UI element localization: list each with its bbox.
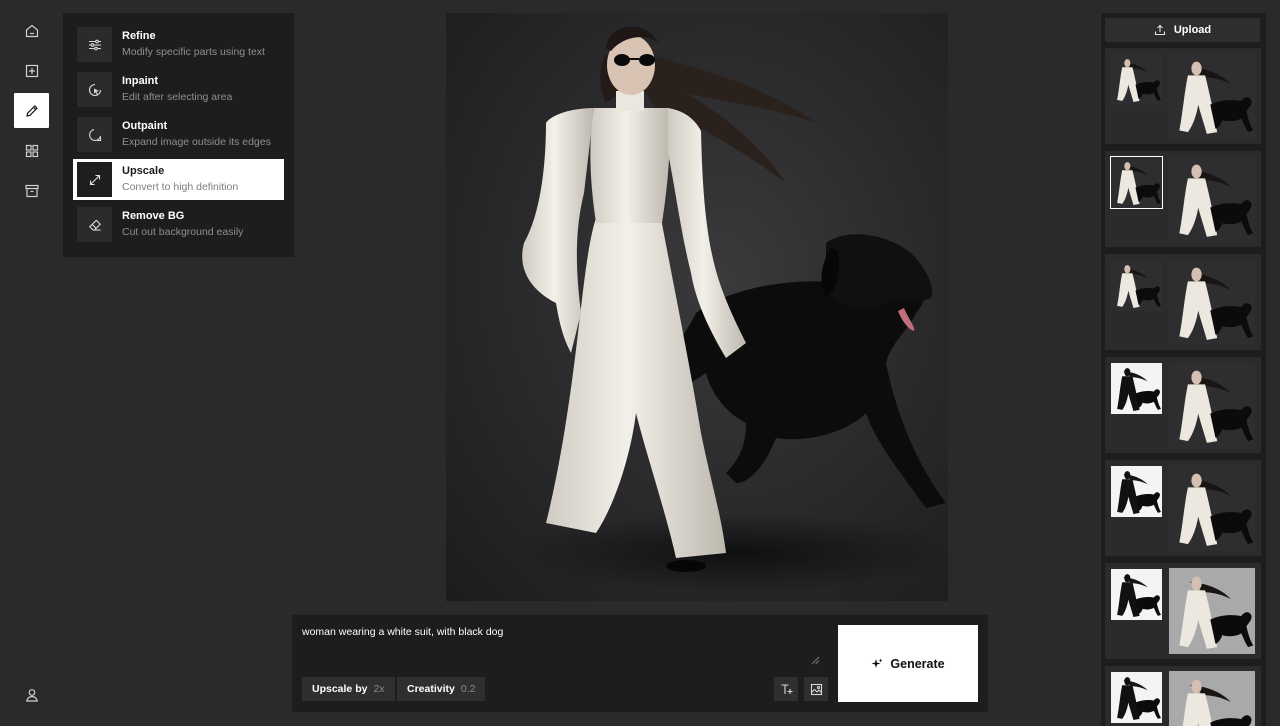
tool-description: Modify specific parts using text xyxy=(122,46,265,59)
tool-title: Upscale xyxy=(122,165,165,178)
generate-button[interactable]: Generate xyxy=(838,625,978,702)
tool-text: Refine Modify specific parts using text xyxy=(122,31,265,58)
history-item[interactable] xyxy=(1105,151,1261,247)
tool-description: Convert to high definition xyxy=(122,181,239,194)
upscale-by-value: 2x xyxy=(373,683,385,695)
history-item[interactable] xyxy=(1105,666,1261,726)
history-thumbnail-source[interactable] xyxy=(1111,569,1162,620)
eraser-icon xyxy=(88,219,101,231)
pencil-icon xyxy=(25,104,38,117)
tool-remove-bg[interactable]: Remove BG Cut out background easily xyxy=(73,204,284,245)
upload-label: Upload xyxy=(1173,24,1212,36)
archive-icon xyxy=(24,184,39,197)
history-thumbnail-result[interactable] xyxy=(1169,156,1255,242)
upload-button[interactable]: Upload xyxy=(1105,18,1260,42)
gallery-button[interactable] xyxy=(14,133,49,168)
tool-description: Expand image outside its edges xyxy=(122,136,271,149)
account-button[interactable] xyxy=(14,677,49,712)
creativity-option[interactable]: Creativity 0.2 xyxy=(397,677,486,701)
history-item[interactable] xyxy=(1105,48,1261,144)
tool-upscale[interactable]: Upscale Convert to high definition xyxy=(73,159,284,200)
prompt-input[interactable]: woman wearing a white suit, with black d… xyxy=(302,626,503,638)
history-item[interactable] xyxy=(1105,460,1261,556)
history-thumbnail-result[interactable] xyxy=(1169,259,1255,345)
history-thumbnail-source[interactable] xyxy=(1111,54,1162,105)
history-thumbnail-source[interactable] xyxy=(1111,672,1162,723)
tool-title: Remove BG xyxy=(122,210,185,223)
archive-button[interactable] xyxy=(14,173,49,208)
home-button[interactable] xyxy=(14,13,49,48)
new-button[interactable] xyxy=(14,53,49,88)
upscale-by-option[interactable]: Upscale by 2x xyxy=(302,677,395,701)
creativity-value: 0.2 xyxy=(460,683,476,695)
tool-description: Cut out background easily xyxy=(122,226,244,239)
tool-description: Edit after selecting area xyxy=(122,91,233,104)
user-icon xyxy=(25,688,38,702)
history-thumbnail-result[interactable] xyxy=(1169,465,1255,551)
history-thumbnail-source[interactable] xyxy=(1111,260,1162,311)
history-thumbnail-result[interactable] xyxy=(1169,568,1255,654)
upscale-by-label: Upscale by xyxy=(312,683,368,695)
history-thumbnail-result[interactable] xyxy=(1169,53,1255,139)
grid-icon xyxy=(25,144,38,157)
tool-icon-box xyxy=(77,72,112,107)
tool-title: Inpaint xyxy=(122,75,159,88)
creativity-label: Creativity xyxy=(407,683,455,695)
expand-arrows-icon xyxy=(89,174,100,185)
history-thumbnail-source[interactable] xyxy=(1110,156,1163,209)
history-item[interactable] xyxy=(1105,254,1261,350)
left-rail xyxy=(0,0,62,726)
home-icon xyxy=(25,24,38,37)
history-thumbnail-result[interactable] xyxy=(1169,362,1255,448)
tools-menu: Refine Modify specific parts using text … xyxy=(63,13,294,257)
tool-text: Upscale Convert to high definition xyxy=(122,166,238,193)
tool-inpaint[interactable]: Inpaint Edit after selecting area xyxy=(73,69,284,110)
inpaint-icon xyxy=(88,83,101,96)
generated-image xyxy=(516,26,948,593)
tool-icon-box xyxy=(77,207,112,242)
history-thumbnail-result[interactable] xyxy=(1169,671,1255,726)
text-tool-button[interactable] xyxy=(774,677,798,701)
history-thumbnail-source[interactable] xyxy=(1111,466,1162,517)
tool-outpaint[interactable]: Outpaint Expand image outside its edges xyxy=(73,114,284,155)
tool-icon-box xyxy=(77,117,112,152)
outpaint-icon xyxy=(88,128,101,141)
sparkle-icon xyxy=(871,658,883,668)
tool-title: Refine xyxy=(122,30,156,43)
tool-text: Outpaint Expand image outside its edges xyxy=(122,121,271,148)
history-item[interactable] xyxy=(1105,563,1261,659)
image-upload-button[interactable] xyxy=(804,677,828,701)
history-sidebar: Upload xyxy=(1101,13,1266,726)
upload-icon xyxy=(1154,24,1165,36)
tool-title: Outpaint xyxy=(122,120,168,133)
edit-button[interactable] xyxy=(14,93,49,128)
tool-text: Inpaint Edit after selecting area xyxy=(122,76,232,103)
history-item[interactable] xyxy=(1105,357,1261,453)
image-icon xyxy=(810,683,822,695)
generate-label: Generate xyxy=(890,656,945,671)
tool-icon-box xyxy=(77,27,112,62)
resize-grip-icon[interactable] xyxy=(810,655,820,665)
tool-text: Remove BG Cut out background easily xyxy=(122,211,243,238)
main-image-canvas[interactable] xyxy=(446,13,948,601)
sliders-icon xyxy=(88,39,101,50)
tool-refine[interactable]: Refine Modify specific parts using text xyxy=(73,24,284,65)
history-thumbnail-source[interactable] xyxy=(1111,363,1162,414)
tool-icon-box xyxy=(77,162,112,197)
text-insert-icon xyxy=(781,683,792,694)
prompt-panel: woman wearing a white suit, with black d… xyxy=(292,615,988,712)
plus-square-icon xyxy=(25,64,38,77)
